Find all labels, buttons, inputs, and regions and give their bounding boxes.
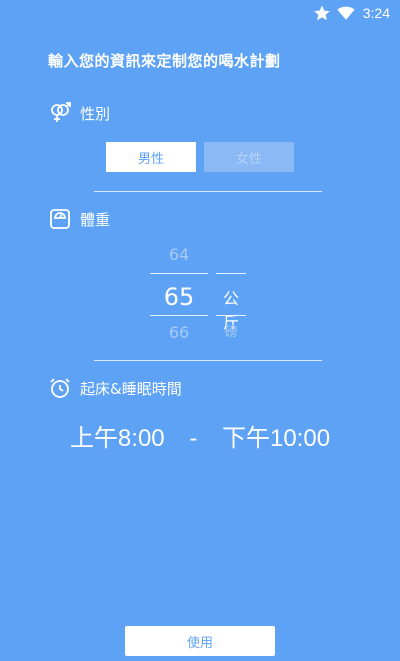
divider [94,360,322,361]
sleep-time[interactable]: 下午10:00 [222,418,330,453]
weight-prev-value[interactable]: 64 [150,245,208,264]
gender-section-label: 性別 [48,101,110,125]
weight-label: 體重 [80,210,111,229]
picker-line [150,273,208,274]
alarm-clock-icon [50,378,70,398]
picker-line [216,315,246,316]
wake-time[interactable]: 上午8:00 [70,418,165,453]
weight-section-label: 體重 [48,207,110,231]
schedule-label: 起床&睡眠時間 [80,379,182,398]
schedule-section-label: 起床&睡眠時間 [48,376,182,400]
male-button[interactable]: 男性 [106,142,196,172]
time-range: 上午8:00 - 下午10:00 [0,418,400,453]
status-bar: 3:24 [0,0,400,26]
status-time: 3:24 [362,5,390,21]
picker-line [216,273,246,274]
gender-icon [51,102,71,122]
wifi-icon [337,6,355,20]
scale-icon [50,209,70,229]
weight-unit-next[interactable]: 磅 [216,321,246,340]
weight-picker[interactable]: 64 65 66 公斤 磅 [150,245,290,345]
gender-label: 性別 [80,104,111,123]
star-icon [313,5,330,21]
weight-current-value: 65 [163,283,195,311]
time-separator: - [189,425,198,452]
female-button[interactable]: 女性 [204,142,294,172]
picker-line [150,315,208,316]
use-button[interactable]: 使用 [125,626,275,656]
page-heading: 輸入您的資訊來定制您的喝水計劃 [48,52,281,70]
gender-selector: 男性 女性 [106,142,294,172]
weight-next-value[interactable]: 66 [150,323,208,342]
divider [94,191,322,192]
